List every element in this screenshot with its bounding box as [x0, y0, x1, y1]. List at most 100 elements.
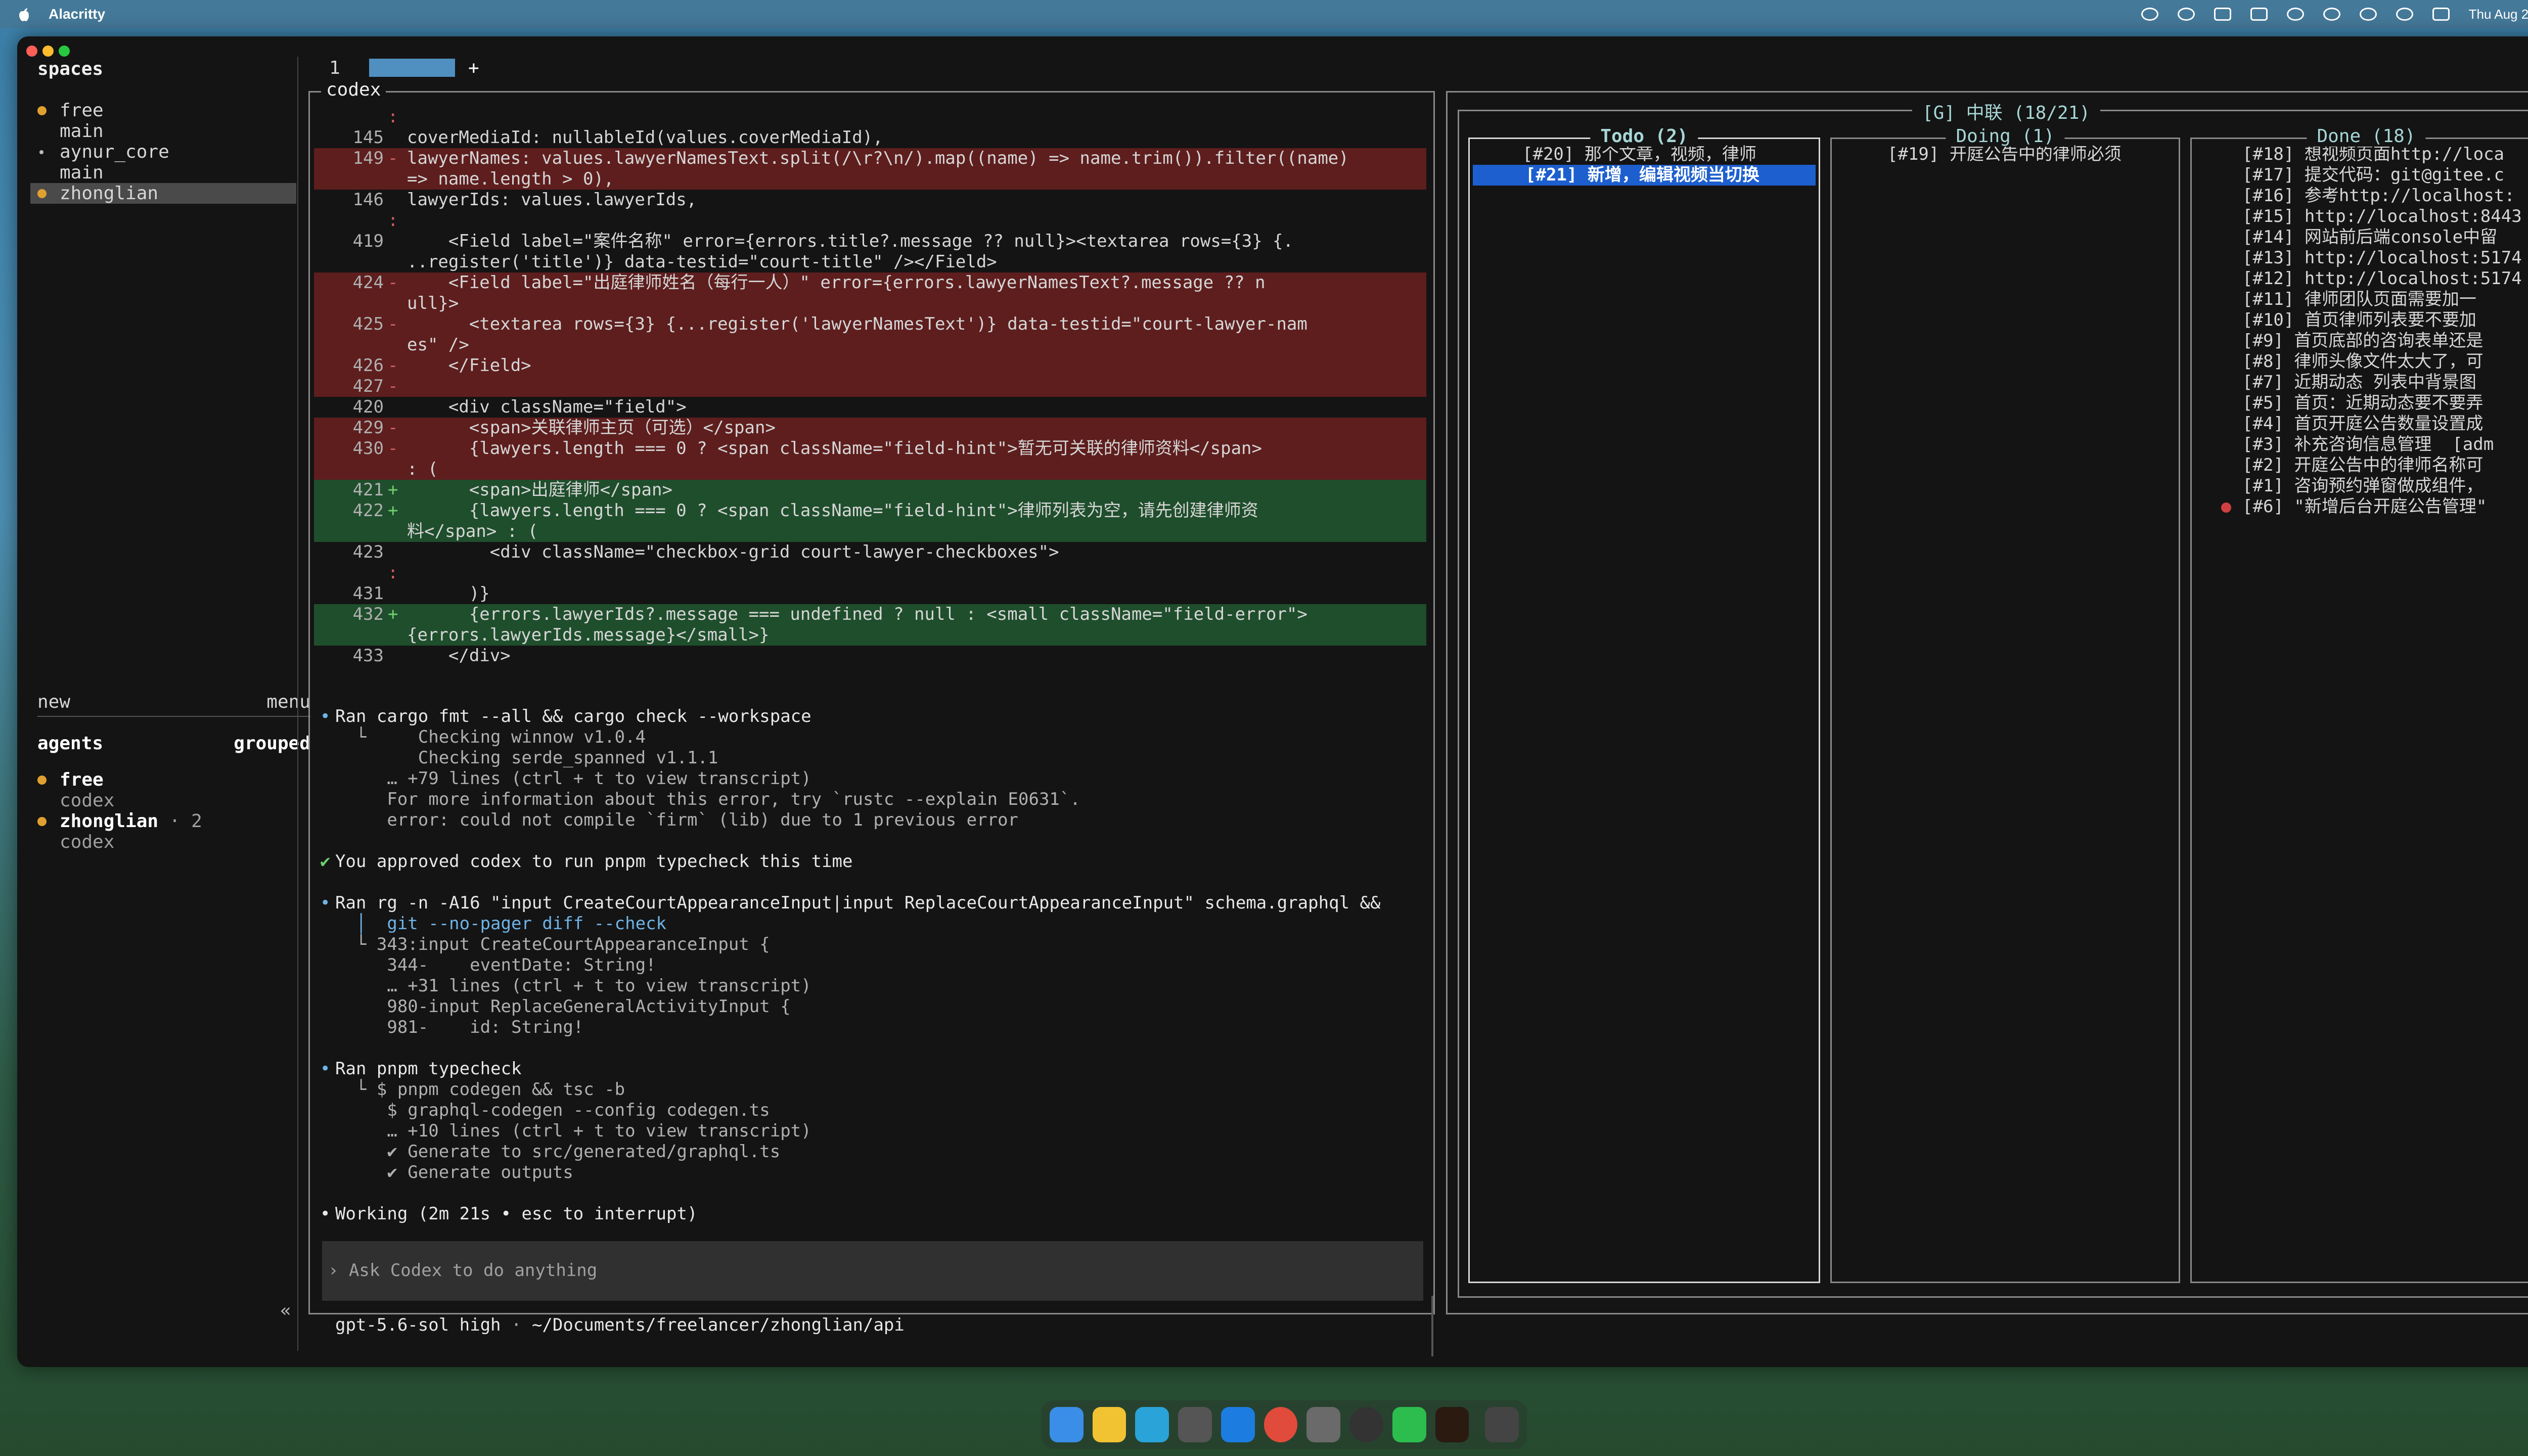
code-text: <div className="field"> [407, 397, 687, 417]
agent-count: · 2 [158, 811, 202, 832]
bullet-icon: • [320, 1059, 331, 1079]
done-card[interactable]: [#11] 律师团队页面需要加一 [2192, 289, 2528, 310]
diff-marker [388, 459, 407, 480]
wechat-icon[interactable] [1392, 1407, 1426, 1442]
space-item-zhonglian[interactable]: zhonglian [30, 183, 296, 204]
tab-1[interactable]: 1 [315, 58, 354, 78]
spotlight-search-icon[interactable] [2396, 8, 2413, 21]
done-card[interactable]: [#8] 律师头像文件太大了，可 [2192, 351, 2528, 372]
board-title: [G] 中联 (18/21) [1912, 98, 2101, 124]
new-tab-button[interactable]: + [468, 58, 479, 78]
done-card[interactable]: [#9] 首页底部的咨询表单还是 [2192, 331, 2528, 351]
doing-card[interactable]: [#19] 开庭公告中的律师必须 [1832, 144, 2179, 165]
done-card[interactable]: [#5] 首页：近期动态要不要弄 [2192, 393, 2528, 414]
trash-icon[interactable] [1485, 1407, 1519, 1442]
play-status-icon[interactable] [2286, 8, 2304, 21]
code-text: </Field> [407, 355, 531, 376]
agent-item-free[interactable]: free [37, 769, 310, 790]
done-card[interactable]: [#17] 提交代码：git@gitee.c [2192, 165, 2528, 186]
pane-scrollbar[interactable] [1431, 1296, 1433, 1356]
diff-removed-line: 426- </Field> [314, 355, 1426, 376]
done-card[interactable]: [#1] 咨询预约弹窗做成组件， [2192, 476, 2528, 496]
collapse-sidebar-icon[interactable]: « [280, 1300, 291, 1321]
transcript-text: error: could not compile `firm` (lib) du… [335, 810, 1019, 830]
transcript-line [320, 1183, 1432, 1204]
alacritty-icon[interactable] [1435, 1407, 1469, 1442]
done-card[interactable]: [#7] 近期动态 列表中背景图 [2192, 372, 2528, 393]
done-card[interactable]: [#13] http://localhost:5174 [2192, 248, 2528, 268]
grid-status-icon[interactable] [2250, 8, 2268, 21]
transcript-text: 344- eventDate: String! [335, 955, 656, 975]
done-card[interactable]: [#3] 补充咨询信息管理 [adm [2192, 434, 2528, 455]
done-card[interactable]: [#15] http://localhost:8443 [2192, 206, 2528, 227]
transcript-text: Ran pnpm typecheck [335, 1059, 522, 1079]
app-store-icon[interactable] [1221, 1407, 1255, 1442]
todo-card-selected[interactable]: [#21] 新增，编辑视频当切换 [1473, 165, 1816, 186]
launchpad-icon[interactable] [1178, 1407, 1212, 1442]
codex-pane[interactable]: codex :145 coverMediaId: nullableId(value… [308, 79, 1435, 1356]
done-card[interactable]: [#2] 开庭公告中的律师名称可 [2192, 455, 2528, 476]
control-center-icon[interactable] [2432, 8, 2450, 21]
code-text: 料</span> : ( [407, 521, 538, 541]
kanban-board: [G] 中联 (18/21) Todo (2) [#20] 那个文章，视频，律师… [1458, 98, 2528, 1298]
transcript-output: • Ran cargo fmt --all && cargo check --wo… [320, 706, 1432, 1224]
freeform-icon[interactable] [1135, 1407, 1169, 1442]
code-text: <Field label="案件名称" error={errors.title?… [407, 231, 1294, 251]
skype-status-icon[interactable] [2177, 8, 2195, 21]
diff-marker: - [388, 314, 398, 334]
diff-context-line: : [314, 210, 1426, 231]
new-space-button[interactable]: new [37, 692, 70, 712]
done-card-text: [#3] 补充咨询信息管理 [adm [2242, 434, 2494, 454]
line-number: 430 [352, 438, 384, 459]
apple-icon[interactable] [17, 7, 31, 22]
openai-icon[interactable] [1349, 1407, 1383, 1442]
kanban-pane[interactable]: [G] 中联 (18/21) Todo (2) [#20] 那个文章，视频，律师… [1446, 91, 2528, 1314]
chrome-icon[interactable] [1263, 1407, 1298, 1442]
space-item-aynur-core[interactable]: aynur_core [37, 142, 310, 162]
calculator-icon[interactable] [1306, 1407, 1341, 1442]
done-card[interactable]: [#12] http://localhost:5174 [2192, 268, 2528, 289]
done-card[interactable]: [#18] 想视频页面http://loca [2192, 144, 2528, 165]
grouped-toggle[interactable]: grouped [234, 733, 310, 754]
done-card[interactable]: [#4] 首页开庭公告数量设置成 [2192, 414, 2528, 434]
prompt-input[interactable]: › Ask Codex to do anything [322, 1241, 1423, 1301]
diff-removed-line: => name.length > 0), [314, 169, 1426, 190]
transcript-line: │ git --no-pager diff --check [320, 914, 1432, 934]
diff-context-line: 145 coverMediaId: nullableId(values.cover… [314, 127, 1426, 148]
agent-item-zhonglian[interactable]: zhonglian · 2 [37, 811, 310, 832]
todo-card[interactable]: [#20] 那个文章，视频，律师 [1470, 144, 1819, 165]
diff-removed-line: : ( [314, 459, 1426, 480]
done-card[interactable]: [#14] 网站前后端console中留 [2192, 227, 2528, 248]
wechat-status-icon[interactable] [2141, 8, 2158, 21]
diff-context-line: 420 <div className="field"> [314, 397, 1426, 418]
menu-button[interactable]: menu [266, 692, 310, 712]
done-card-text: [#9] 首页底部的咨询表单还是 [2242, 331, 2484, 351]
keyboard-input-icon[interactable] [2214, 8, 2231, 21]
wifi-icon[interactable] [2359, 8, 2377, 21]
diff-marker [388, 335, 407, 355]
done-card[interactable]: [#10] 首页律师列表要不要加 [2192, 310, 2528, 331]
notes-icon[interactable] [1092, 1407, 1126, 1442]
menubar-clock[interactable]: Thu Aug 27 11:30 [2469, 7, 2528, 22]
menu-bar: Alacritty Thu Aug 27 11:30 [0, 0, 2528, 28]
transcript-text: For more information about this error, t… [335, 789, 1080, 809]
line-number: 426 [352, 355, 384, 376]
line-number: 146 [352, 190, 384, 210]
model-status-line: gpt-5.6-sol high · ~/Documents/freelance… [335, 1315, 905, 1335]
diff-context-line: 423 <div className="checkbox-grid court-… [314, 542, 1426, 563]
line-number: 419 [352, 231, 384, 251]
space-item-main-2[interactable]: main [37, 162, 310, 183]
code-text: => name.length > 0), [407, 169, 614, 189]
active-app-name[interactable]: Alacritty [49, 6, 105, 22]
finder-icon[interactable] [1050, 1407, 1084, 1442]
done-card[interactable]: [#6] "新增后台开庭公告管理" [2192, 496, 2528, 517]
code-text: ..register('title')} data-testid="court-… [407, 252, 997, 272]
space-item-free[interactable]: free [37, 100, 310, 121]
vpn-status-icon[interactable] [2323, 8, 2340, 21]
agent-sub-label: codex [60, 790, 115, 811]
sidebar-separator [297, 57, 298, 1351]
done-card[interactable]: [#16] 参考http://localhost: [2192, 186, 2528, 206]
space-item-main[interactable]: main [37, 121, 310, 142]
tab-2[interactable]: 2 [369, 59, 455, 79]
transcript-line: error: could not compile `firm` (lib) du… [320, 810, 1432, 831]
